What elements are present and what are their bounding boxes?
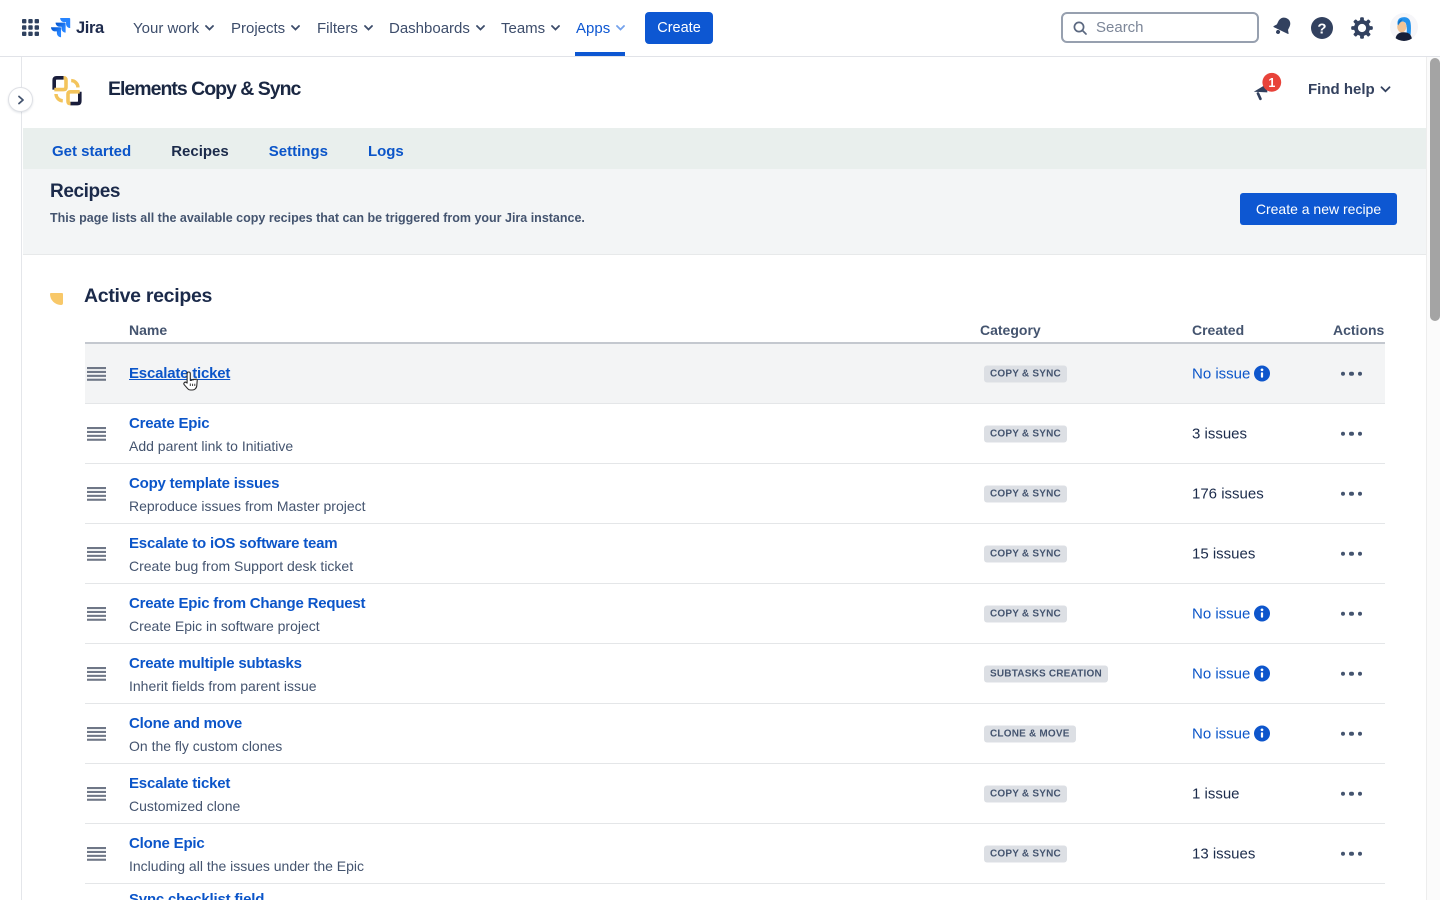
- svg-text:1: 1: [1268, 76, 1275, 90]
- svg-text:?: ?: [1317, 21, 1326, 38]
